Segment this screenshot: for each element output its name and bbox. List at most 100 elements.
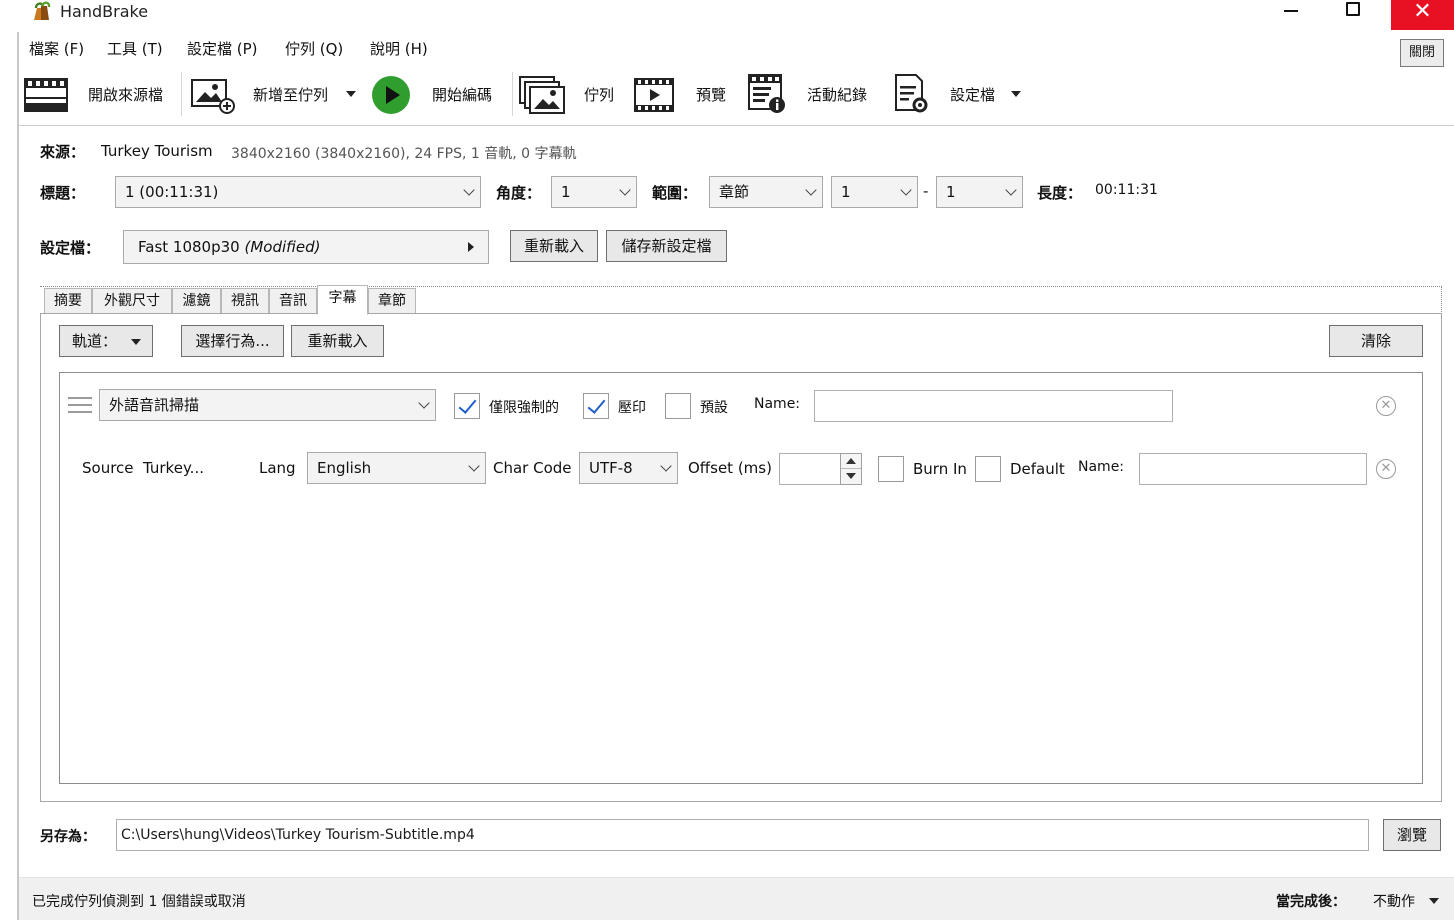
menu-help[interactable]: 說明 (H) [370,38,428,59]
preview-icon[interactable] [634,78,674,112]
source-name: Turkey Tourism [101,142,213,160]
browse-button[interactable]: 瀏覽 [1383,819,1441,851]
lang-select[interactable]: English [307,452,486,484]
tab-summary[interactable]: 摘要 [44,288,92,314]
status-message: 已完成佇列偵測到 1 個錯誤或取消 [32,894,246,910]
add-to-queue-label[interactable]: 新增至佇列 [253,84,328,105]
film-clapper-icon[interactable] [24,78,68,112]
import-name-label: Name: [1078,459,1125,475]
activity-log-label[interactable]: 活動紀錄 [807,84,867,105]
menu-file[interactable]: 檔案 (F) [29,38,84,59]
menu-bar: 檔案 (F) 工具 (T) 設定檔 (P) 佇列 (Q) 說明 (H) 關閉 [19,32,1454,67]
forced-only-checkbox[interactable] [454,393,480,419]
source-file-label: Source [82,459,134,477]
reload-preset-button[interactable]: 重新載入 [510,230,598,262]
preview-label[interactable]: 預覽 [696,84,726,105]
chevron-down-icon [660,460,672,472]
default-label: 預設 [700,400,728,416]
char-code-select[interactable]: UTF-8 [579,452,678,484]
caret-down-icon[interactable] [1429,898,1439,904]
title-select[interactable]: 1 (00:11:31) [115,176,481,208]
reload-subtitles-button[interactable]: 重新載入 [291,325,384,357]
menu-presets[interactable]: 設定檔 (P) [187,38,258,59]
save-new-preset-button[interactable]: 儲存新設定檔 [606,230,727,262]
close-button[interactable]: 關閉 [1400,39,1444,67]
add-to-queue-dropdown-icon[interactable] [346,91,356,97]
chevron-right-icon [468,242,474,252]
activity-log-icon[interactable] [748,74,786,114]
range-end-select[interactable]: 1 [936,176,1023,208]
subtitle-track-select[interactable]: 外語音訊掃描 [99,389,436,421]
window-left-edge [17,32,19,920]
forced-only-label: 僅限強制的 [489,400,559,416]
chevron-down-icon [463,184,475,196]
range-label: 範圍： [652,184,698,202]
tab-video[interactable]: 視訊 [221,288,269,314]
open-source-label[interactable]: 開啟來源檔 [88,84,163,105]
name-label: Name: [754,396,801,412]
queue-icon[interactable] [519,76,565,114]
maximize-button[interactable] [1346,2,1360,16]
chevron-down-icon [468,460,480,472]
menu-tools[interactable]: 工具 (T) [107,38,163,59]
stepper-up-icon[interactable] [841,454,861,469]
tab-chapters[interactable]: 章節 [368,288,416,314]
queue-label[interactable]: 佇列 [584,84,614,105]
source-file-value: Turkey... [143,459,204,477]
selection-behavior-button[interactable]: 選擇行為... [181,325,284,357]
range-type-select[interactable]: 章節 [709,176,823,208]
title-label: 標題： [40,184,86,202]
handbrake-logo-icon [34,1,51,20]
import-name-input[interactable] [1139,453,1367,485]
drag-handle-icon[interactable] [68,397,92,415]
source-info: 3840x2160 (3840x2160), 24 FPS, 1 音軌, 0 字… [231,146,577,162]
import-burn-in-label: Burn In [913,460,967,478]
close-window-button[interactable]: ✕ [1391,0,1454,30]
duration-label: 長度： [1037,184,1083,202]
tab-subtitles[interactable]: 字幕 [317,285,368,315]
range-dash: - [923,182,929,200]
preset-select[interactable]: Fast 1080p30 (Modified) [123,230,489,264]
presets-icon[interactable] [894,74,930,114]
offset-label: Offset (ms) [688,459,772,477]
chevron-down-icon [900,184,912,196]
burn-in-label: 壓印 [618,400,646,416]
import-burn-in-checkbox[interactable] [878,456,904,482]
presets-dropdown-icon[interactable] [1011,91,1021,97]
source-label: 來源： [40,143,86,161]
chevron-down-icon [619,184,631,196]
angle-select[interactable]: 1 [551,176,637,208]
add-to-queue-icon[interactable] [191,76,235,114]
subtitle-name-input[interactable] [814,390,1173,422]
char-code-label: Char Code [493,459,572,477]
presets-label[interactable]: 設定檔 [950,84,995,105]
start-encode-play-icon[interactable] [371,75,411,115]
duration-value: 00:11:31 [1095,182,1158,198]
range-start-select[interactable]: 1 [831,176,918,208]
stepper-down-icon[interactable] [841,469,861,484]
chevron-down-icon [418,397,430,409]
chevron-down-icon [1005,184,1017,196]
toolbar: 開啟來源檔 新增至佇列 開始編碼 佇列 預覽 活動紀錄 設定檔 [19,66,1454,126]
save-as-label: 另存為： [40,829,96,845]
tracks-button[interactable]: 軌道： [59,325,153,357]
title-bar: HandBrake ✕ [0,0,1454,32]
minimize-button[interactable] [1280,0,1306,24]
menu-queue[interactable]: 佇列 (Q) [285,38,343,59]
default-checkbox[interactable] [665,393,691,419]
remove-track-icon[interactable]: ✕ [1376,396,1396,416]
import-default-checkbox[interactable] [975,456,1001,482]
offset-stepper[interactable] [840,453,862,485]
offset-input[interactable] [779,453,841,485]
tab-dimensions[interactable]: 外觀尺寸 [92,288,172,314]
destination-path-input[interactable]: C:\Users\hung\Videos\Turkey Tourism-Subt… [116,819,1369,851]
remove-import-icon[interactable]: ✕ [1376,459,1396,479]
clear-subtitles-button[interactable]: 清除 [1329,325,1423,357]
tab-audio[interactable]: 音訊 [269,288,317,314]
toolbar-separator [512,72,513,116]
when-done-select[interactable]: 不動作 [1373,891,1415,911]
angle-label: 角度： [496,184,542,202]
start-encode-label[interactable]: 開始編碼 [432,84,492,105]
tab-filters[interactable]: 濾鏡 [172,288,221,314]
burn-in-checkbox[interactable] [583,393,609,419]
